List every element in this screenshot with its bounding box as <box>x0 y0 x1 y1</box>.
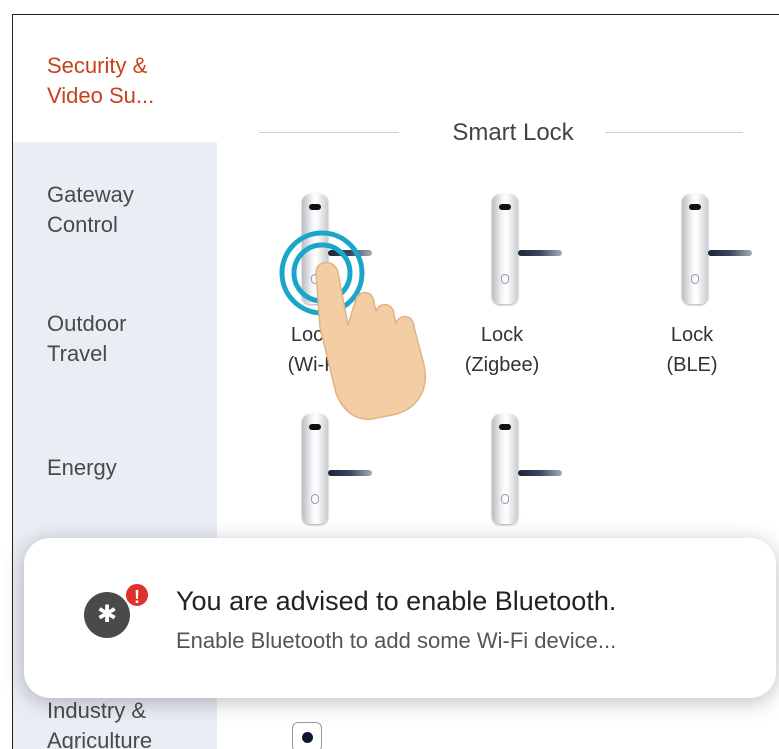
tap-gesture-icon <box>279 230 426 420</box>
bluetooth-icon: ✱ <box>84 592 130 638</box>
toast-title: You are advised to enable Bluetooth. <box>176 586 617 616</box>
sidebar-item-outdoor-travel[interactable]: Outdoor Travel <box>47 309 207 369</box>
hand-icon <box>315 261 426 420</box>
section-divider-right <box>605 132 743 133</box>
smart-lock-icon <box>227 410 397 528</box>
bluetooth-toast[interactable] <box>24 538 776 698</box>
alert-badge: ! <box>124 582 150 608</box>
device-thumbnail-icon[interactable] <box>292 722 322 749</box>
sidebar-item-gateway-control[interactable]: Gateway Control <box>47 180 207 240</box>
sidebar-item-industry-agriculture[interactable]: Industry & Agriculture <box>47 696 207 749</box>
device-name: Lock (BLE) <box>666 324 718 376</box>
smart-lock-icon <box>607 190 777 308</box>
smart-lock-icon <box>417 410 587 528</box>
sidebar-item-energy[interactable]: Energy <box>47 453 207 483</box>
toast-subtitle: Enable Bluetooth to add some Wi-Fi devic… <box>176 628 617 653</box>
sidebar-item-security[interactable]: Security & Video Su... <box>47 51 207 111</box>
section-divider-left <box>259 132 399 133</box>
section-title: Smart Lock <box>452 119 574 146</box>
